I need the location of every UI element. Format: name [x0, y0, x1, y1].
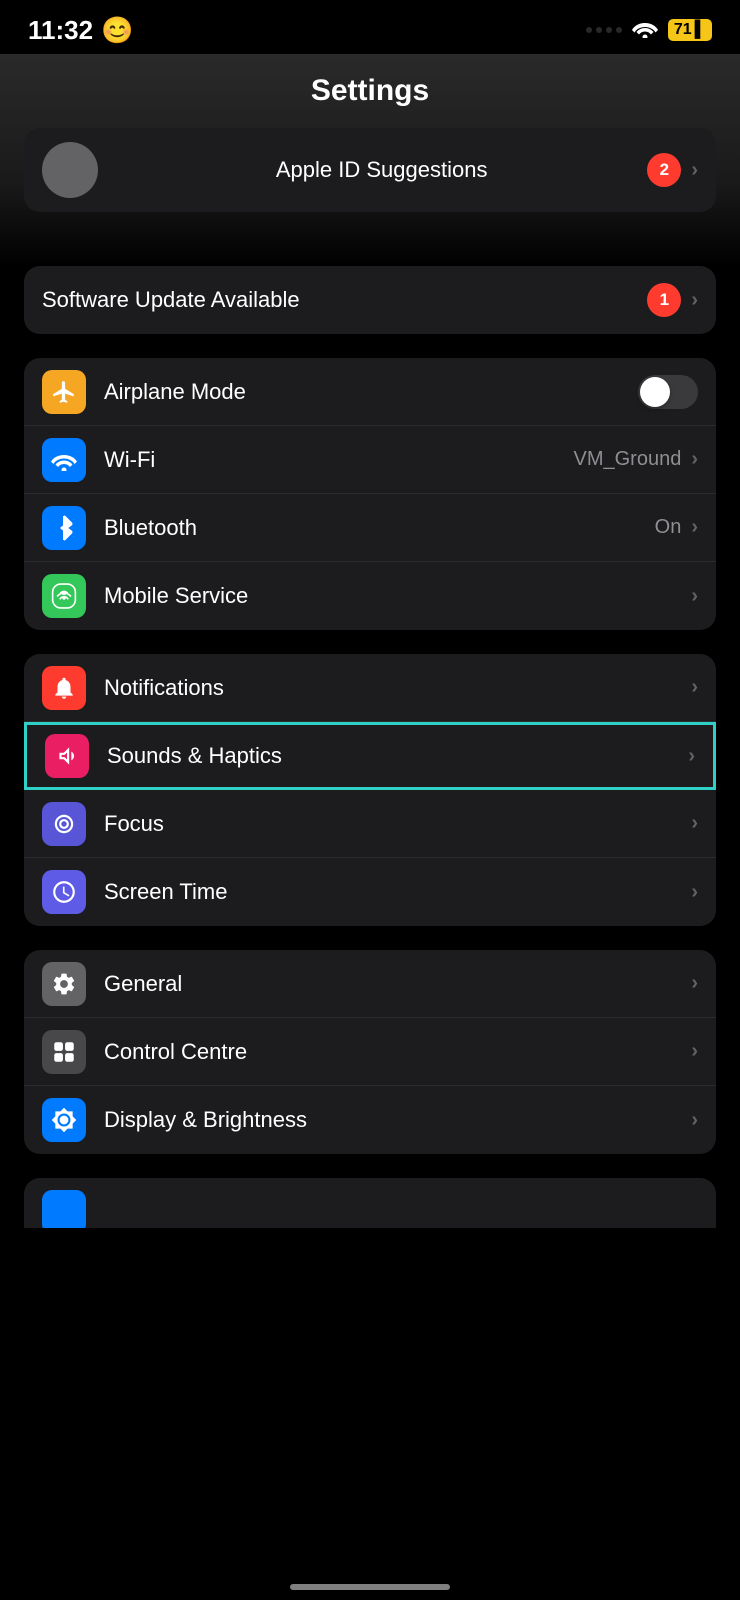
mobile-service-item[interactable]: Mobile Service › [24, 562, 716, 630]
chevron-icon: › [691, 972, 698, 995]
chevron-icon: › [691, 448, 698, 471]
status-time: 11:32 😊 [28, 15, 133, 46]
status-right: 71 ▌ [586, 18, 712, 43]
battery-level: 71 [674, 21, 692, 39]
status-bar: 11:32 😊 71 ▌ [0, 0, 740, 54]
face-icon: 😊 [101, 15, 133, 46]
chevron-icon: › [691, 881, 698, 904]
general-icon [42, 962, 86, 1006]
general-item[interactable]: General › [24, 950, 716, 1018]
wifi-icon [632, 18, 658, 43]
battery-icon: ▌ [695, 21, 706, 39]
wifi-item[interactable]: Wi-Fi VM_Ground › [24, 426, 716, 494]
page-header: Settings Apple ID Suggestions 2 › [0, 54, 740, 266]
sounds-haptics-icon [45, 734, 89, 778]
notifications-label: Notifications [104, 675, 691, 701]
focus-item[interactable]: Focus › [24, 790, 716, 858]
toggle-knob [640, 377, 670, 407]
chevron-icon: › [691, 1109, 698, 1132]
chevron-icon: › [691, 1040, 698, 1063]
apple-id-badge: 2 [647, 153, 681, 187]
software-update-label: Software Update Available [42, 287, 647, 313]
airplane-mode-item[interactable]: Airplane Mode [24, 358, 716, 426]
profile-section[interactable]: Apple ID Suggestions 2 › [24, 128, 716, 212]
avatar [42, 142, 98, 198]
signal-icon [586, 27, 622, 33]
wifi-icon [42, 438, 86, 482]
display-brightness-label: Display & Brightness [104, 1107, 691, 1133]
general-label: General [104, 971, 691, 997]
partial-icon [42, 1190, 86, 1228]
sounds-haptics-label: Sounds & Haptics [107, 743, 688, 769]
display-brightness-icon [42, 1098, 86, 1142]
chevron-icon: › [691, 812, 698, 835]
notifications-icon [42, 666, 86, 710]
screen-time-item[interactable]: Screen Time › [24, 858, 716, 926]
software-update-section: Software Update Available 1 › [24, 266, 716, 334]
bluetooth-item[interactable]: Bluetooth On › [24, 494, 716, 562]
personal-section: Notifications › Sounds & Haptics › Focus… [24, 654, 716, 926]
time-label: 11:32 [28, 15, 93, 46]
wifi-value: VM_Ground [573, 448, 681, 471]
apple-id-suggestions-item[interactable]: Apple ID Suggestions 2 › [24, 128, 716, 212]
control-centre-label: Control Centre [104, 1039, 691, 1065]
software-update-badge: 1 [647, 283, 681, 317]
network-section: Airplane Mode Wi-Fi VM_Ground › [24, 358, 716, 630]
chevron-icon: › [691, 676, 698, 699]
control-centre-icon [42, 1030, 86, 1074]
partial-section [24, 1178, 716, 1228]
mobile-service-label: Mobile Service [104, 583, 691, 609]
sounds-haptics-item[interactable]: Sounds & Haptics › [24, 722, 716, 790]
screen-time-label: Screen Time [104, 879, 691, 905]
battery-indicator: 71 ▌ [668, 19, 712, 41]
display-brightness-item[interactable]: Display & Brightness › [24, 1086, 716, 1154]
bluetooth-label: Bluetooth [104, 515, 655, 541]
screen-time-icon [42, 870, 86, 914]
airplane-mode-label: Airplane Mode [104, 379, 638, 405]
notifications-item[interactable]: Notifications › [24, 654, 716, 722]
mobile-service-icon [42, 574, 86, 618]
partial-item[interactable] [24, 1178, 716, 1228]
bluetooth-value: On [655, 516, 682, 539]
apple-id-label: Apple ID Suggestions [116, 157, 647, 183]
airplane-mode-icon [42, 370, 86, 414]
page-title: Settings [0, 74, 740, 108]
software-update-item[interactable]: Software Update Available 1 › [24, 266, 716, 334]
airplane-mode-toggle[interactable] [638, 375, 698, 409]
control-centre-item[interactable]: Control Centre › [24, 1018, 716, 1086]
chevron-icon: › [691, 159, 698, 182]
chevron-icon: › [691, 289, 698, 312]
chevron-icon: › [688, 745, 695, 768]
general-section: General › Control Centre › Display & Bri… [24, 950, 716, 1154]
bluetooth-icon [42, 506, 86, 550]
home-indicator [290, 1584, 450, 1590]
focus-icon [42, 802, 86, 846]
wifi-label: Wi-Fi [104, 447, 573, 473]
chevron-icon: › [691, 585, 698, 608]
chevron-icon: › [691, 516, 698, 539]
focus-label: Focus [104, 811, 691, 837]
